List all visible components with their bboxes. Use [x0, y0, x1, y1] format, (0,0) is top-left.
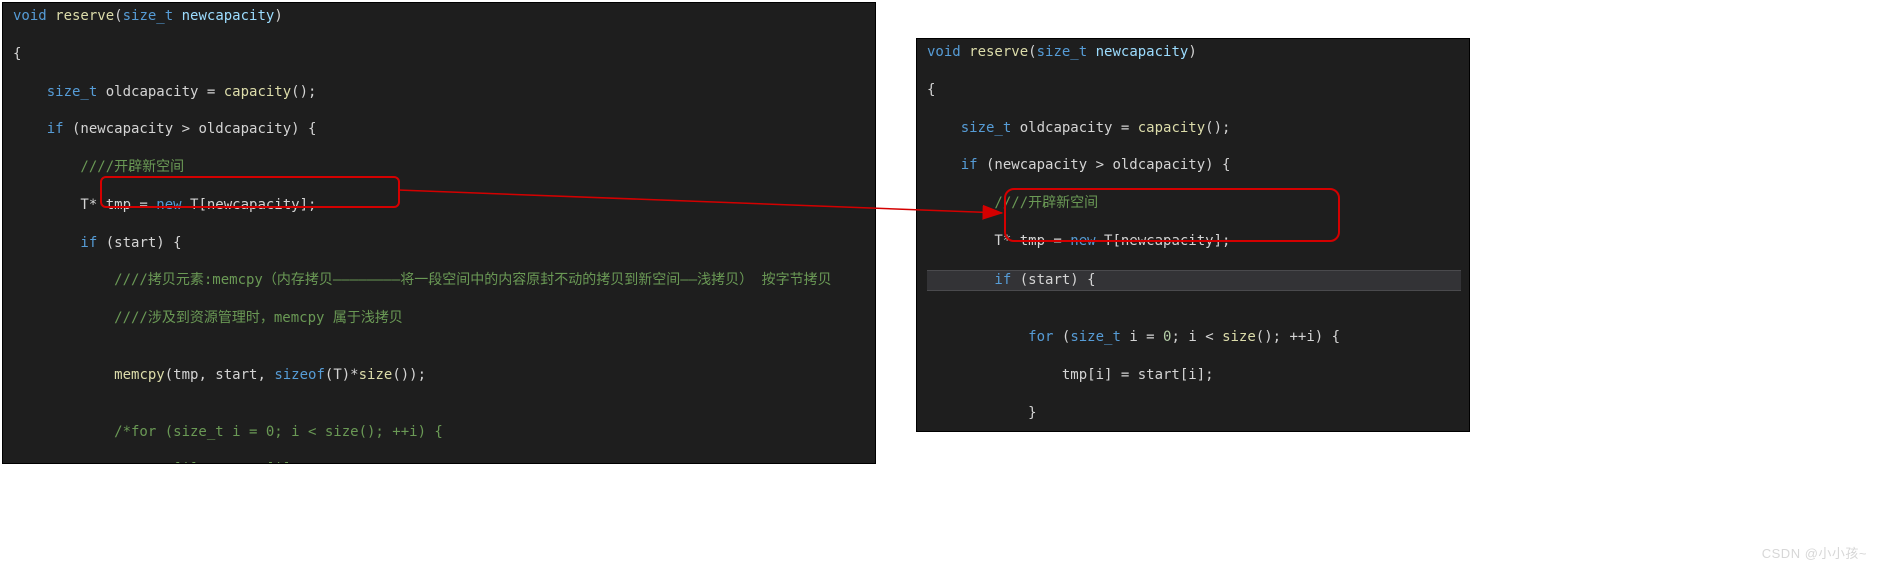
left-code-editor: void reserve(size_t newcapacity) { size_… [2, 2, 876, 464]
right-code-editor: void reserve(size_t newcapacity) { size_… [916, 38, 1470, 432]
watermark: CSDN @小小孩~ [1762, 545, 1867, 563]
stage: void reserve(size_t newcapacity) { size_… [0, 0, 1889, 577]
right-code: void reserve(size_t newcapacity) { size_… [917, 39, 1469, 432]
left-code: void reserve(size_t newcapacity) { size_… [3, 3, 875, 464]
